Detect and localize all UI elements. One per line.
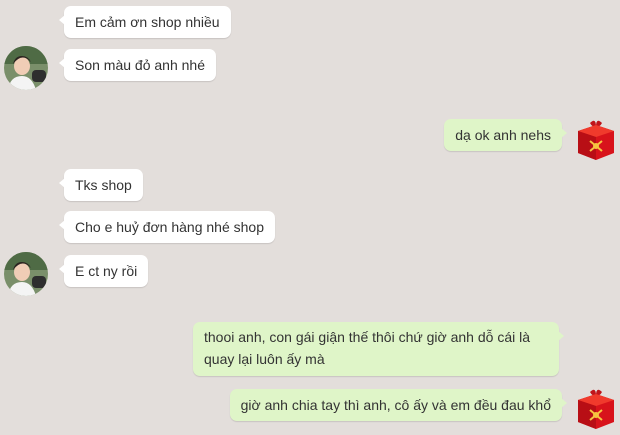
message-text: E ct ny rồi [75, 263, 138, 279]
message-bubble-outgoing[interactable]: giờ anh chia tay thì anh, cô ấy và em đề… [229, 389, 568, 421]
shop-avatar[interactable] [574, 386, 618, 430]
message-bubble-incoming[interactable]: Cho e huỷ đơn hàng nhé shop [59, 211, 275, 243]
customer-avatar-photo [4, 252, 48, 296]
customer-avatar[interactable] [4, 252, 48, 296]
red-gift-box-icon [578, 389, 614, 429]
message-text: Tks shop [75, 177, 132, 193]
message-bubble-incoming[interactable]: Em cảm ơn shop nhiều [59, 6, 231, 38]
customer-avatar-photo [4, 46, 48, 90]
shop-avatar[interactable] [574, 117, 618, 161]
chat-window: { "chat": { "messages": [ {"sender": "cu… [0, 0, 620, 432]
message-bubble-outgoing[interactable]: dạ ok anh nehs [444, 119, 567, 151]
message-bubble-incoming[interactable]: E ct ny rồi [58, 255, 149, 287]
customer-avatar[interactable] [4, 46, 48, 90]
message-text: thooi anh, con gái giận thế thôi chứ giờ… [204, 329, 530, 367]
message-bubble-outgoing[interactable]: thooi anh, con gái giận thế thôi chứ giờ… [193, 322, 564, 376]
message-text: dạ ok anh nehs [455, 127, 551, 143]
message-bubble-incoming[interactable]: Son màu đỏ anh nhé [59, 49, 216, 81]
message-bubble-incoming[interactable]: Tks shop [59, 169, 143, 201]
message-text: Em cảm ơn shop nhiều [75, 14, 220, 30]
message-text: giờ anh chia tay thì anh, cô ấy và em đề… [240, 397, 551, 413]
red-gift-box-icon [578, 120, 614, 160]
message-text: Cho e huỷ đơn hàng nhé shop [75, 219, 264, 235]
message-text: Son màu đỏ anh nhé [75, 57, 205, 73]
